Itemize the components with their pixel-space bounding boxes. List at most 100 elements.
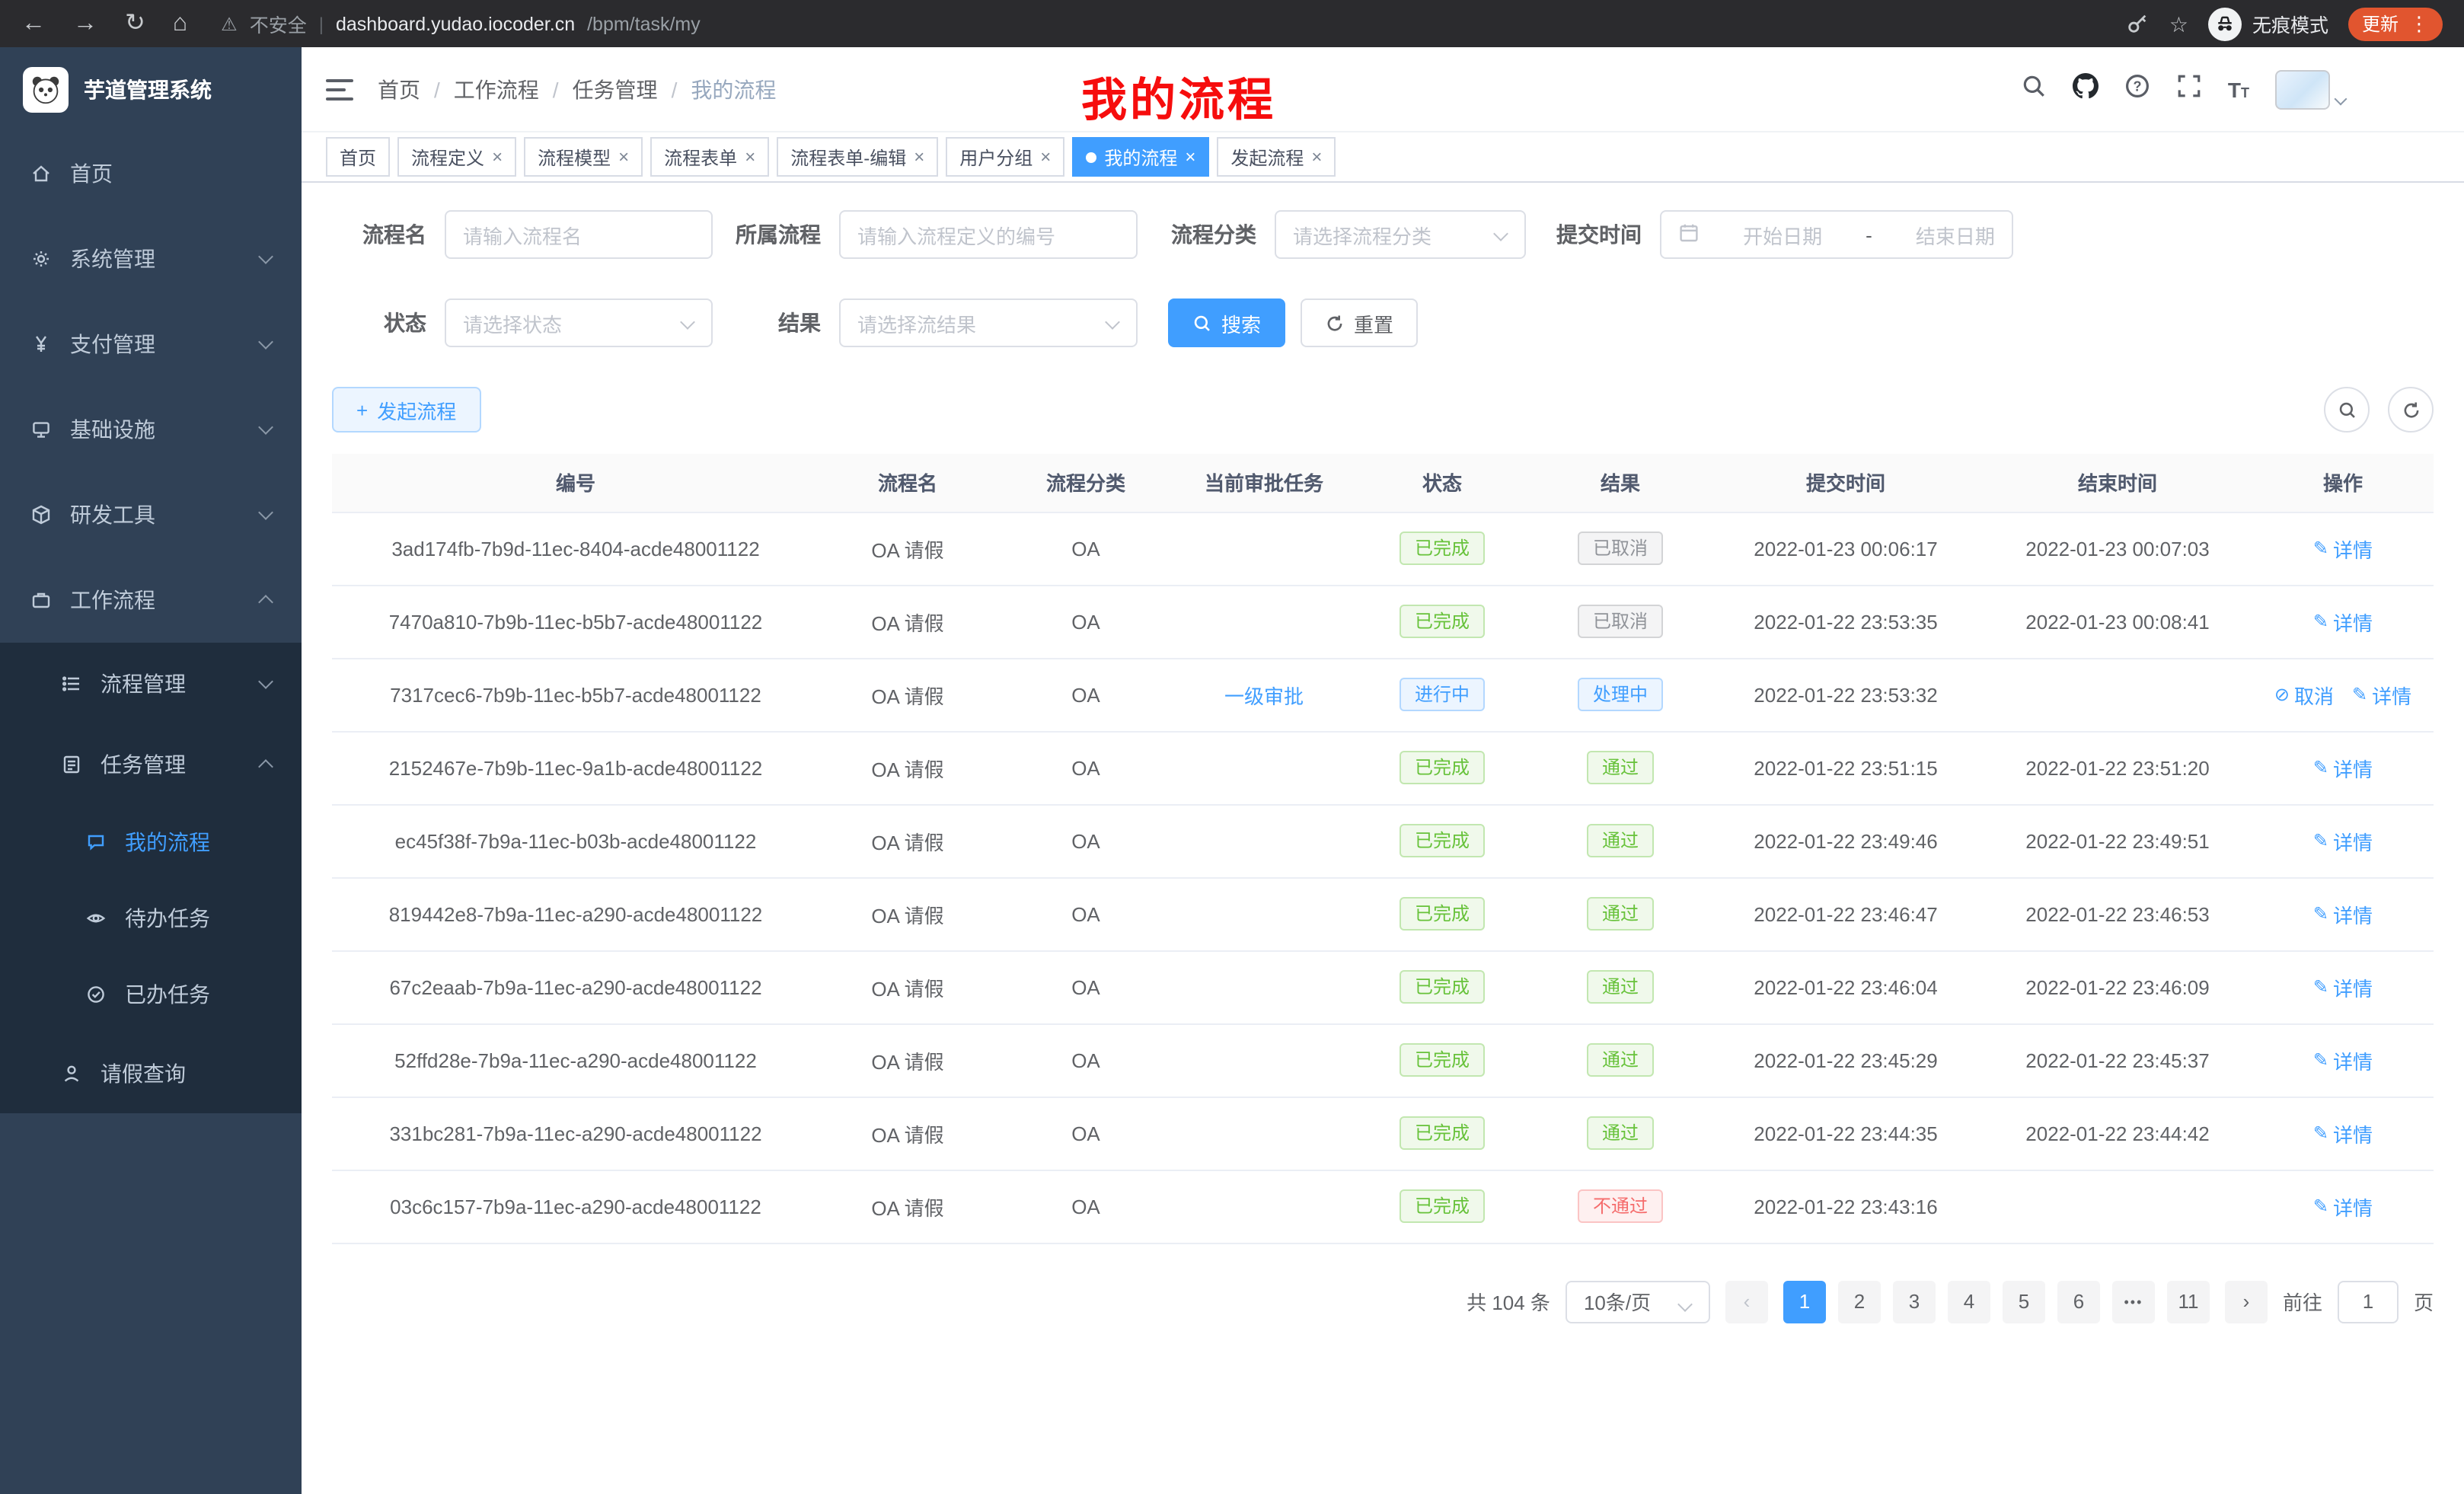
tab-process-model[interactable]: 流程模型×: [524, 137, 643, 177]
detail-link[interactable]: ✎详情: [2313, 1045, 2373, 1074]
more-pages-icon[interactable]: •••: [2112, 1280, 2155, 1323]
page-button[interactable]: 5: [2003, 1280, 2045, 1323]
forward-icon[interactable]: →: [73, 11, 97, 36]
search-icon[interactable]: [2021, 72, 2047, 106]
result-badge: 不通过: [1578, 1189, 1663, 1223]
detail-link[interactable]: ✎详情: [2313, 899, 2373, 928]
close-icon[interactable]: ×: [618, 146, 629, 168]
table-row: 819442e8-7b9a-11ec-a290-acde48001122 OA …: [332, 877, 2434, 950]
filter-row-2: 状态 请选择状态 结果 请选择流结果 搜索 重置: [332, 298, 2434, 347]
update-button[interactable]: 更新 ⋮: [2348, 7, 2443, 40]
toggle-search-button[interactable]: [2324, 387, 2370, 433]
url-path: /bpm/task/my: [587, 13, 701, 34]
status-select[interactable]: 请选择状态: [445, 298, 713, 347]
tasks-icon: [61, 753, 82, 774]
detail-link[interactable]: ✎详情: [2352, 680, 2411, 709]
sidebar-item-process-mgmt[interactable]: 流程管理: [0, 643, 302, 723]
edit-icon: ✎: [2313, 903, 2328, 924]
sidebar-item-workflow[interactable]: 工作流程: [0, 557, 302, 643]
tab-process-form-edit[interactable]: 流程表单-编辑×: [777, 137, 938, 177]
cancel-link[interactable]: ⊘取消: [2274, 680, 2334, 709]
key-icon[interactable]: [2127, 12, 2150, 35]
star-icon[interactable]: ☆: [2169, 13, 2188, 34]
tab-process-definition[interactable]: 流程定义×: [397, 137, 516, 177]
detail-link[interactable]: ✎详情: [2313, 1119, 2373, 1148]
goto-page-input[interactable]: 1: [2338, 1280, 2399, 1323]
sidebar-item-payment[interactable]: 支付管理: [0, 302, 302, 387]
address-bar[interactable]: ⚠ 不安全 | dashboard.yudao.iocoder.cn/bpm/t…: [221, 9, 701, 38]
close-icon[interactable]: ×: [1040, 146, 1051, 168]
result-badge: 通过: [1587, 897, 1654, 931]
sidebar-item-home[interactable]: 首页: [0, 131, 302, 216]
avatar: [2275, 69, 2330, 109]
category-select[interactable]: 请选择流程分类: [1275, 210, 1526, 259]
address-divider: |: [319, 13, 324, 34]
result-select[interactable]: 请选择流结果: [839, 298, 1138, 347]
close-icon[interactable]: ×: [1311, 146, 1322, 168]
chevron-down-icon: [258, 673, 273, 688]
tab-home[interactable]: 首页: [326, 137, 390, 177]
tab-my-process[interactable]: 我的流程×: [1072, 137, 1209, 177]
page-button[interactable]: 6: [2057, 1280, 2100, 1323]
edit-icon: ✎: [2313, 611, 2328, 632]
sidebar-item-devtools[interactable]: 研发工具: [0, 472, 302, 557]
chevron-down-icon: [1677, 1296, 1693, 1311]
tags-view: 首页 流程定义× 流程模型× 流程表单× 流程表单-编辑× 用户分组× 我的流程…: [302, 132, 2464, 183]
menu-dots-icon[interactable]: ⋮: [2409, 11, 2429, 36]
sidebar-item-infra[interactable]: 基础设施: [0, 387, 302, 472]
detail-link[interactable]: ✎详情: [2313, 753, 2373, 782]
reset-button[interactable]: 重置: [1301, 298, 1418, 347]
close-icon[interactable]: ×: [745, 146, 755, 168]
page-button[interactable]: 4: [1948, 1280, 1990, 1323]
refresh-button[interactable]: [2388, 387, 2434, 433]
user-avatar[interactable]: [2275, 69, 2345, 109]
date-range-picker[interactable]: 开始日期 - 结束日期: [1660, 210, 2013, 259]
tab-user-group[interactable]: 用户分组×: [946, 137, 1064, 177]
page-button[interactable]: 3: [1893, 1280, 1936, 1323]
home-icon[interactable]: ⌂: [173, 11, 187, 36]
tab-start-process[interactable]: 发起流程×: [1217, 137, 1336, 177]
detail-link[interactable]: ✎详情: [2313, 972, 2373, 1001]
help-icon[interactable]: ?: [2124, 72, 2150, 106]
status-badge: 已完成: [1400, 605, 1485, 638]
detail-link[interactable]: ✎详情: [2313, 1192, 2373, 1221]
detail-link[interactable]: ✎详情: [2313, 534, 2373, 563]
detail-link[interactable]: ✎详情: [2313, 826, 2373, 855]
page-button[interactable]: 2: [1838, 1280, 1881, 1323]
fullscreen-icon[interactable]: [2176, 72, 2202, 106]
process-name-input[interactable]: 请输入流程名: [445, 210, 713, 259]
result-badge: 已取消: [1578, 605, 1663, 638]
start-process-button[interactable]: + 发起流程: [332, 387, 480, 433]
page-size-select[interactable]: 10条/页: [1566, 1280, 1710, 1323]
page-button[interactable]: 11: [2167, 1280, 2210, 1323]
font-size-icon[interactable]: TT: [2228, 77, 2249, 101]
top-navbar: 首页 / 工作流程 / 任务管理 / 我的流程 ? TT: [302, 47, 2464, 132]
back-icon[interactable]: ←: [21, 11, 46, 36]
plus-icon: +: [356, 398, 368, 421]
tab-process-form[interactable]: 流程表单×: [650, 137, 769, 177]
close-icon[interactable]: ×: [914, 146, 924, 168]
github-icon[interactable]: [2073, 72, 2099, 106]
prev-page-button[interactable]: ‹: [1725, 1280, 1768, 1323]
search-button[interactable]: 搜索: [1168, 298, 1285, 347]
detail-link[interactable]: ✎详情: [2313, 607, 2373, 636]
process-definition-input[interactable]: 请输入流程定义的编号: [839, 210, 1138, 259]
submit-time-label: 提交时间: [1526, 219, 1660, 250]
close-icon[interactable]: ×: [1185, 146, 1195, 168]
breadcrumb-item[interactable]: 工作流程: [454, 74, 539, 104]
close-icon[interactable]: ×: [492, 146, 503, 168]
page-button[interactable]: 1: [1783, 1280, 1826, 1323]
reload-icon[interactable]: ↻: [125, 11, 145, 36]
sidebar-item-done-task[interactable]: 已办任务: [0, 956, 302, 1033]
sidebar-item-task-mgmt[interactable]: 任务管理: [0, 723, 302, 804]
current-task-link[interactable]: 一级审批: [1224, 680, 1304, 709]
insecure-label[interactable]: 不安全: [250, 9, 307, 38]
collapse-menu-icon[interactable]: [326, 78, 353, 100]
sidebar-item-system[interactable]: 系统管理: [0, 216, 302, 302]
breadcrumb-item[interactable]: 任务管理: [573, 74, 658, 104]
breadcrumb-item[interactable]: 首页: [378, 74, 420, 104]
next-page-button[interactable]: ›: [2225, 1280, 2268, 1323]
sidebar-item-leave-query[interactable]: 请假查询: [0, 1033, 302, 1113]
sidebar-item-my-process[interactable]: 我的流程: [0, 804, 302, 880]
sidebar-item-todo-task[interactable]: 待办任务: [0, 880, 302, 956]
